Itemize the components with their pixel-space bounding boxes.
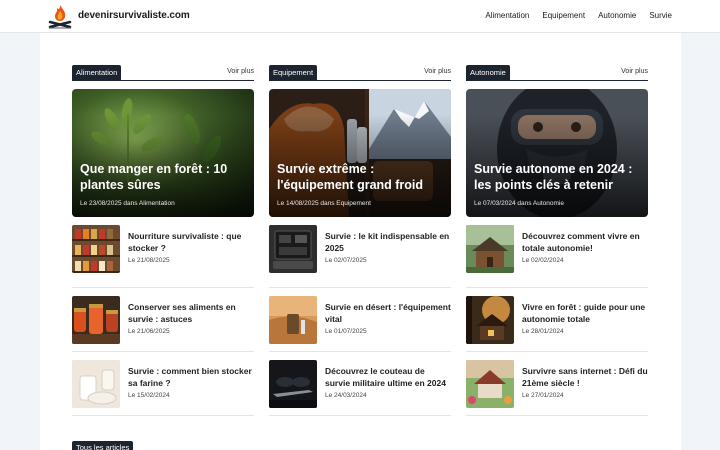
section-header: Alimentation Voir plus xyxy=(72,65,254,81)
section-alimentation: Alimentation Voir plus Que manger en for… xyxy=(72,65,254,416)
list-item[interactable]: Découvrez le couteau de survie militaire… xyxy=(269,352,451,416)
see-more-link[interactable]: Voir plus xyxy=(424,68,451,75)
article-date: Le 28/01/2024 xyxy=(522,328,564,335)
article-date: Le 02/07/2025 xyxy=(325,257,367,264)
featured-meta: Le 14/08/2025 dans Equipement xyxy=(277,200,371,207)
country-house-thumbnail xyxy=(466,360,514,408)
nav-equipement[interactable]: Equipement xyxy=(542,11,585,20)
see-more-link[interactable]: Voir plus xyxy=(621,68,648,75)
featured-meta: Le 07/03/2024 dans Autonomie xyxy=(474,200,564,207)
survival-knife-thumbnail xyxy=(269,360,317,408)
article-date: Le 21/08/2025 xyxy=(128,257,170,264)
desert-gear-thumbnail xyxy=(269,296,317,344)
article-list: Survie : le kit indispensable en 2025 Le… xyxy=(269,224,451,416)
list-item[interactable]: Nourriture survivaliste : que stocker ? … xyxy=(72,224,254,288)
section-autonomie: Autonomie Voir plus Survie autonome en 2… xyxy=(466,65,648,416)
article-title[interactable]: Nourriture survivaliste : que stocker ? xyxy=(128,230,254,254)
image-overlay xyxy=(466,89,648,217)
list-item[interactable]: Conserver ses aliments en survie : astuc… xyxy=(72,288,254,352)
list-item[interactable]: Survivre sans internet : Défi du 21ème s… xyxy=(466,352,648,416)
image-overlay xyxy=(72,89,254,217)
list-item[interactable]: Vivre en forêt : guide pour une autonomi… xyxy=(466,288,648,352)
flour-storage-thumbnail xyxy=(72,360,120,408)
site-name[interactable]: devenirsurvivaliste.com xyxy=(78,10,190,21)
section-header: Equipement Voir plus xyxy=(269,65,451,81)
featured-article[interactable]: Que manger en forêt : 10 plantes sûres L… xyxy=(72,89,254,217)
see-more-link[interactable]: Voir plus xyxy=(227,68,254,75)
article-date: Le 27/01/2024 xyxy=(522,392,564,399)
image-overlay xyxy=(269,89,451,217)
pantry-shelves-thumbnail xyxy=(72,225,120,273)
list-item[interactable]: Survie : comment bien stocker sa farine … xyxy=(72,352,254,416)
article-date: Le 02/02/2024 xyxy=(522,257,564,264)
section-tag[interactable]: Autonomie xyxy=(466,65,510,80)
featured-title[interactable]: Survie extrême : l'équipement grand froi… xyxy=(277,161,447,193)
nav-autonomie[interactable]: Autonomie xyxy=(598,11,636,20)
canned-food-jars-thumbnail xyxy=(72,296,120,344)
featured-meta: Le 23/08/2025 dans Alimentation xyxy=(80,200,175,207)
featured-title[interactable]: Que manger en forêt : 10 plantes sûres xyxy=(80,161,250,193)
section-tag[interactable]: Alimentation xyxy=(72,65,122,80)
article-title[interactable]: Survie en désert : l'équipement vital xyxy=(325,301,451,325)
featured-title[interactable]: Survie autonome en 2024 : les points clé… xyxy=(474,161,644,193)
section-equipement: Equipement Voir plus Survie extrême : l'… xyxy=(269,65,451,416)
list-item[interactable]: Découvrez comment vivre en totale autono… xyxy=(466,224,648,288)
article-title[interactable]: Survivre sans internet : Défi du 21ème s… xyxy=(522,365,648,389)
article-date: Le 24/03/2024 xyxy=(325,392,367,399)
article-title[interactable]: Survie : le kit indispensable en 2025 xyxy=(325,230,451,254)
campfire-logo-icon[interactable] xyxy=(47,4,73,29)
article-title[interactable]: Conserver ses aliments en survie : astuc… xyxy=(128,301,254,325)
featured-article[interactable]: Survie extrême : l'équipement grand froi… xyxy=(269,89,451,217)
cabin-in-woods-thumbnail xyxy=(466,225,514,273)
survival-kit-thumbnail xyxy=(269,225,317,273)
section-tag[interactable]: Equipement xyxy=(269,65,318,80)
main-nav: Alimentation Equipement Autonomie Survie xyxy=(485,11,672,20)
article-date: Le 15/02/2024 xyxy=(128,392,170,399)
article-title[interactable]: Découvrez le couteau de survie militaire… xyxy=(325,365,451,389)
article-date: Le 01/07/2025 xyxy=(325,328,367,335)
site-header: devenirsurvivaliste.com Alimentation Equ… xyxy=(0,0,720,33)
article-title[interactable]: Vivre en forêt : guide pour une autonomi… xyxy=(522,301,648,325)
article-list: Découvrez comment vivre en totale autono… xyxy=(466,224,648,416)
list-item[interactable]: Survie en désert : l'équipement vital Le… xyxy=(269,288,451,352)
article-title[interactable]: Survie : comment bien stocker sa farine … xyxy=(128,365,254,389)
nav-alimentation[interactable]: Alimentation xyxy=(485,11,529,20)
all-articles-tag[interactable]: Tous les articles xyxy=(72,441,134,450)
forest-cabin-thumbnail xyxy=(466,296,514,344)
article-title[interactable]: Découvrez comment vivre en totale autono… xyxy=(522,230,648,254)
main-content: Alimentation Voir plus Que manger en for… xyxy=(40,33,681,450)
article-date: Le 21/06/2025 xyxy=(128,328,170,335)
article-list: Nourriture survivaliste : que stocker ? … xyxy=(72,224,254,416)
list-item[interactable]: Survie : le kit indispensable en 2025 Le… xyxy=(269,224,451,288)
nav-survie[interactable]: Survie xyxy=(649,11,672,20)
section-header: Autonomie Voir plus xyxy=(466,65,648,81)
featured-article[interactable]: Survie autonome en 2024 : les points clé… xyxy=(466,89,648,217)
